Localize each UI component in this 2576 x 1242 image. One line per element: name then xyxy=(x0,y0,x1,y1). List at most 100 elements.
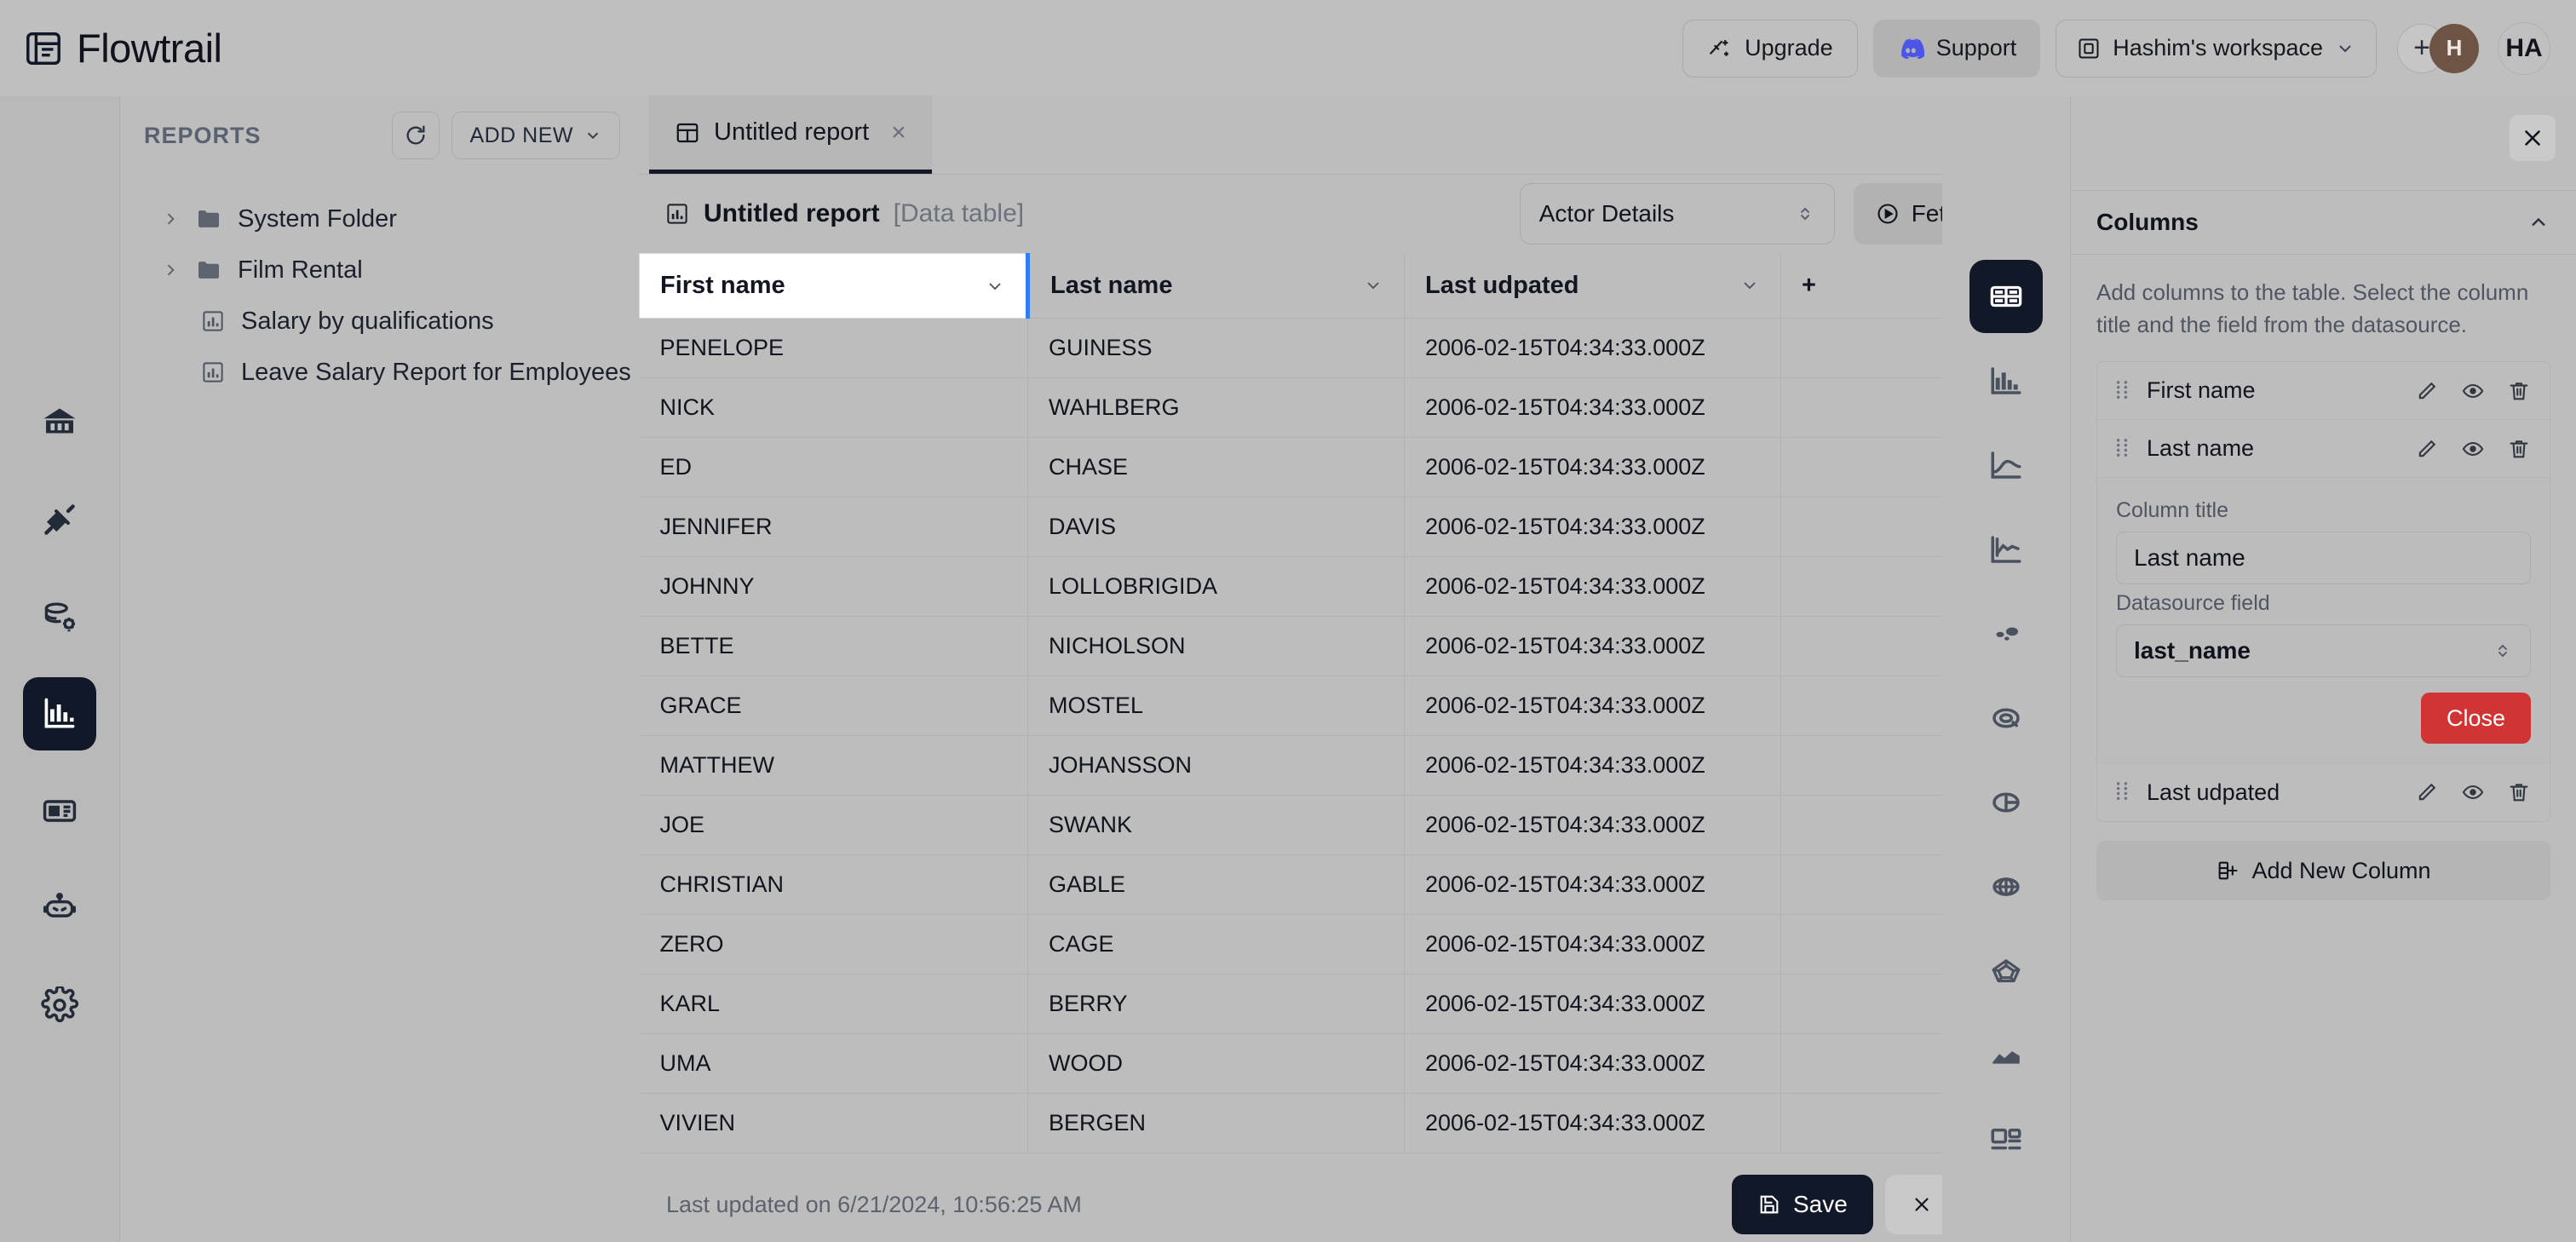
chevron-down-icon[interactable] xyxy=(1363,275,1383,296)
table-row[interactable]: JOE SWANK 2006-02-15T04:34:33.000Z xyxy=(639,795,2070,855)
chart-type-donut[interactable] xyxy=(1969,681,2043,755)
sidebar-item-connections[interactable] xyxy=(23,483,96,556)
tab-untitled-report[interactable]: Untitled report × xyxy=(649,95,932,174)
column-title-input[interactable]: Last name xyxy=(2116,532,2531,585)
table-row[interactable]: JENNIFER DAVIS 2006-02-15T04:34:33.000Z xyxy=(639,497,2070,557)
table-row[interactable]: NICK WAHLBERG 2006-02-15T04:34:33.000Z xyxy=(639,377,2070,438)
drag-handle-icon[interactable] xyxy=(2113,438,2131,460)
table-row[interactable]: MATTHEW JOHANSSON 2006-02-15T04:34:33.000Z xyxy=(639,735,2070,796)
chart-type-table[interactable] xyxy=(1969,260,2043,333)
datasource-settings-icon xyxy=(41,598,78,635)
tree-item-leave-salary-report[interactable]: Leave Salary Report for Employees xyxy=(120,347,639,398)
table-row[interactable]: ZERO CAGE 2006-02-15T04:34:33.000Z xyxy=(639,914,2070,975)
edit-pencil-icon[interactable] xyxy=(2415,780,2439,804)
datasource-field-select[interactable]: last_name xyxy=(2116,624,2531,678)
app-root: Flowtrail Upgrade Support Hashim's works… xyxy=(0,0,2576,1242)
chevron-right-icon[interactable] xyxy=(161,262,180,279)
table-cell: CAGE xyxy=(1027,914,1405,975)
save-button[interactable]: Save xyxy=(1732,1175,1873,1234)
sidebar-item-home[interactable] xyxy=(23,386,96,459)
chart-type-pie[interactable] xyxy=(1969,766,2043,839)
edit-pencil-icon[interactable] xyxy=(2415,437,2439,461)
column-header-last-updated[interactable]: Last udpated xyxy=(1404,253,1781,319)
add-new-label: ADD NEW xyxy=(469,123,573,147)
tree-item-system-folder[interactable]: System Folder xyxy=(120,193,639,244)
panel-close-button[interactable] xyxy=(2510,115,2556,161)
bar-chart-icon xyxy=(1988,363,2024,399)
column-header-label: First name xyxy=(660,272,785,299)
sparkle-icon xyxy=(1707,36,1733,61)
column-item-actions xyxy=(2415,437,2531,461)
chart-type-area[interactable] xyxy=(1969,1019,2043,1092)
columns-section-header[interactable]: Columns xyxy=(2071,190,2576,255)
table-row[interactable]: UMA WOOD 2006-02-15T04:34:33.000Z xyxy=(639,1033,2070,1094)
table-cell: NICHOLSON xyxy=(1027,616,1405,676)
table-cell: 2006-02-15T04:34:33.000Z xyxy=(1404,676,1781,736)
column-header-first-name[interactable]: First name xyxy=(639,253,1030,319)
avatar-current-user[interactable]: HA xyxy=(2498,21,2550,75)
close-icon xyxy=(2520,125,2545,151)
delete-trash-icon[interactable] xyxy=(2507,780,2531,804)
table-row[interactable]: GRACE MOSTEL 2006-02-15T04:34:33.000Z xyxy=(639,676,2070,736)
chart-type-area-line[interactable] xyxy=(1969,513,2043,586)
table-cell: 2006-02-15T04:34:33.000Z xyxy=(1404,616,1781,676)
table-row[interactable]: KARL BERRY 2006-02-15T04:34:33.000Z xyxy=(639,974,2070,1034)
table-row[interactable]: PENELOPE GUINESS 2006-02-15T04:34:33.000Z xyxy=(639,318,2070,378)
workspace-selector[interactable]: Hashim's workspace xyxy=(2056,19,2377,78)
visibility-eye-icon[interactable] xyxy=(2461,780,2485,804)
table-row[interactable]: CHRISTIAN GABLE 2006-02-15T04:34:33.000Z xyxy=(639,854,2070,915)
table-cell: ZERO xyxy=(639,914,1028,975)
column-item-last-name[interactable]: Last name xyxy=(2097,420,2550,479)
chart-type-scatter[interactable] xyxy=(1969,597,2043,670)
chart-type-line[interactable] xyxy=(1969,428,2043,502)
table-row[interactable]: JOHNNY LOLLOBRIGIDA 2006-02-15T04:34:33.00… xyxy=(639,556,2070,617)
close-editor-button[interactable]: Close xyxy=(2420,693,2531,745)
drag-handle-icon[interactable] xyxy=(2113,380,2131,402)
column-item-last-updated[interactable]: Last udpated xyxy=(2097,763,2550,821)
add-new-column-button[interactable]: Add New Column xyxy=(2096,841,2550,901)
upgrade-button[interactable]: Upgrade xyxy=(1682,19,1858,78)
sidebar-item-reports[interactable] xyxy=(23,677,96,750)
support-button[interactable]: Support xyxy=(1872,19,2041,78)
tree-item-film-rental[interactable]: Film Rental xyxy=(120,244,639,296)
visibility-eye-icon[interactable] xyxy=(2461,379,2485,403)
delete-trash-icon[interactable] xyxy=(2507,437,2531,461)
chevron-down-icon[interactable] xyxy=(985,276,1005,296)
folder-icon xyxy=(195,205,222,233)
edit-pencil-icon[interactable] xyxy=(2415,379,2439,403)
chevron-down-icon[interactable] xyxy=(1739,275,1760,296)
chart-type-polar[interactable] xyxy=(1969,850,2043,923)
data-table-container[interactable]: First name Last name Last udpated + PENE… xyxy=(639,253,2070,1167)
brand-name: Flowtrail xyxy=(77,26,222,71)
table-cell: 2006-02-15T04:34:33.000Z xyxy=(1404,377,1781,438)
tree-item-salary-by-qualifications[interactable]: Salary by qualifications xyxy=(120,296,639,347)
chevron-right-icon[interactable] xyxy=(161,210,180,227)
drag-handle-icon[interactable] xyxy=(2113,781,2131,803)
chart-type-radar[interactable] xyxy=(1969,934,2043,1008)
visibility-eye-icon[interactable] xyxy=(2461,437,2485,461)
avatar-member[interactable]: H xyxy=(2429,23,2479,73)
table-cell: MOSTEL xyxy=(1027,676,1405,736)
brand-logo[interactable]: Flowtrail xyxy=(24,26,222,71)
header-actions: Upgrade Support Hashim's workspace + H H… xyxy=(1682,19,2550,78)
sidebar-item-dashboards[interactable] xyxy=(23,774,96,848)
tab-close-icon[interactable]: × xyxy=(891,118,906,147)
reports-panel: REPORTS ADD NEW System Folder Film Renta… xyxy=(119,96,639,1242)
chart-type-layout[interactable] xyxy=(1969,1103,2043,1176)
refresh-button[interactable] xyxy=(392,112,440,159)
table-row[interactable]: BETTE NICHOLSON 2006-02-15T04:34:33.000Z xyxy=(639,616,2070,676)
column-header-last-name[interactable]: Last name xyxy=(1027,253,1405,319)
table-row[interactable]: ED CHASE 2006-02-15T04:34:33.000Z xyxy=(639,437,2070,497)
table-row[interactable]: VIVIEN BERGEN 2006-02-15T04:34:33.000Z xyxy=(639,1093,2070,1153)
sidebar-item-settings[interactable] xyxy=(23,969,96,1042)
column-title-value: Last name xyxy=(2134,544,2245,572)
sidebar-item-datasources[interactable] xyxy=(23,580,96,653)
add-new-button[interactable]: ADD NEW xyxy=(451,112,620,159)
delete-trash-icon[interactable] xyxy=(2507,379,2531,403)
chevron-up-icon[interactable] xyxy=(2527,210,2550,234)
sidebar-item-ai-assistant[interactable] xyxy=(23,871,96,945)
column-item-first-name[interactable]: First name xyxy=(2097,362,2550,421)
datasource-select[interactable]: Actor Details xyxy=(1519,183,1835,244)
table-cell: DAVIS xyxy=(1027,497,1405,557)
chart-type-bar[interactable] xyxy=(1969,344,2043,417)
